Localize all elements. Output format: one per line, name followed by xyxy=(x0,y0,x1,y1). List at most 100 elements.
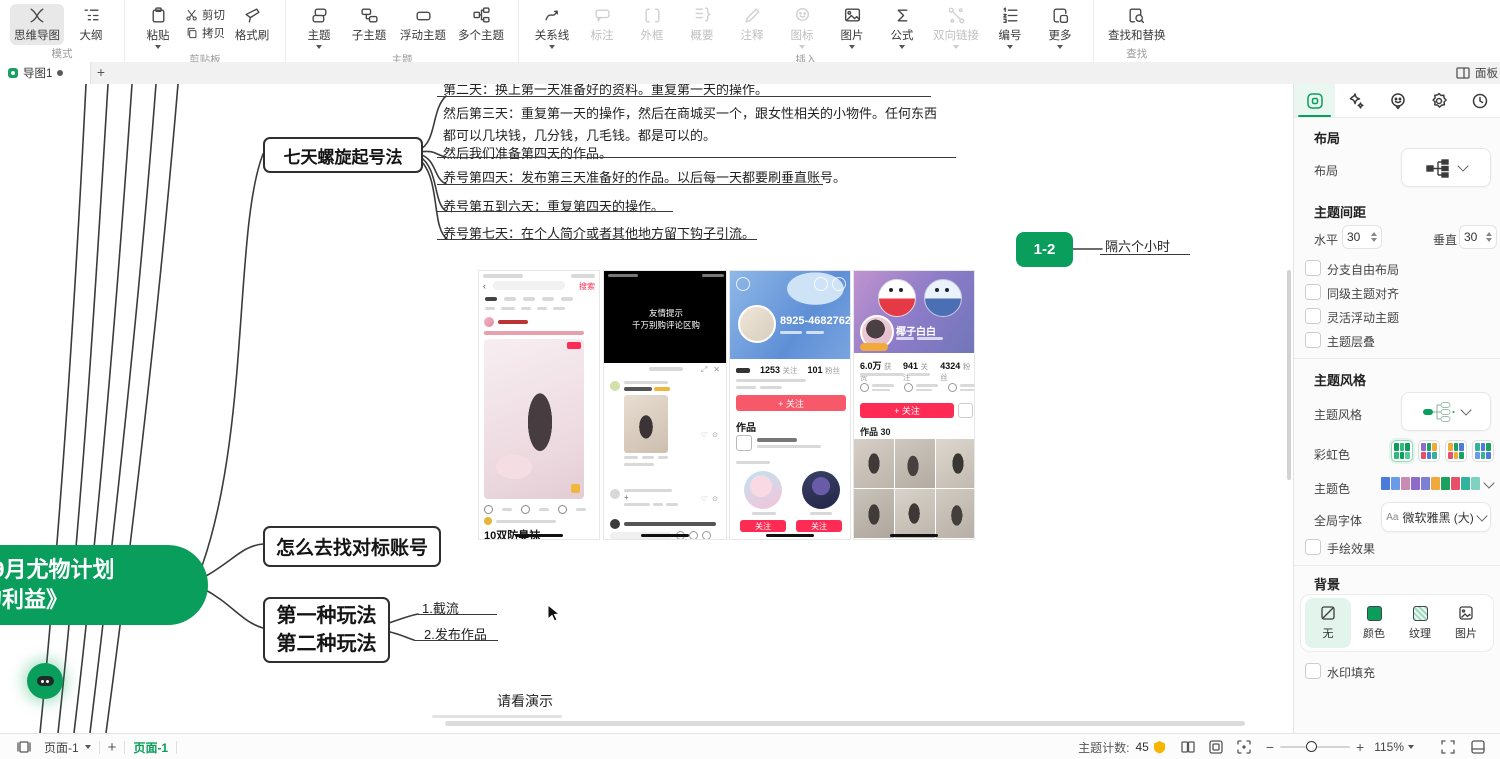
relation-line-button[interactable]: 关系线 xyxy=(529,4,575,51)
formula-button[interactable]: 公式 xyxy=(879,4,925,51)
panel-toggle-button[interactable]: 面板 xyxy=(1455,62,1498,84)
marker-icon-button[interactable]: 图标 xyxy=(779,4,825,51)
bidirectional-link-button[interactable]: 双向链接 xyxy=(929,4,983,51)
checkbox-hand-drawn-label: 手绘效果 xyxy=(1327,540,1375,557)
panel-scrollbar[interactable] xyxy=(1287,270,1291,480)
post-user-row xyxy=(484,317,528,327)
works-grid xyxy=(854,439,975,538)
topic-demo-note[interactable]: 请看演示 xyxy=(497,691,553,711)
panel-tab-marker[interactable] xyxy=(1377,84,1418,117)
layout-dropdown[interactable] xyxy=(1401,148,1491,187)
background-image-option[interactable]: 图片 xyxy=(1443,598,1489,648)
node-seven-day-method[interactable]: 七天螺旋起号法 xyxy=(263,137,423,173)
v-spacing-input[interactable]: 30 xyxy=(1459,225,1497,249)
image-button[interactable]: 图片 xyxy=(829,4,875,51)
rainbow-swatch-1[interactable] xyxy=(1391,440,1413,462)
summary-button[interactable]: 概要 xyxy=(679,4,725,45)
root-node[interactable]: 3年9月尤物计划 性的利益》 xyxy=(0,545,208,625)
v-spacing-label: 垂直 xyxy=(1433,231,1457,248)
zoom-in-button[interactable]: + xyxy=(1356,739,1364,755)
note-button[interactable]: 注释 xyxy=(729,4,775,45)
find-replace-button[interactable]: 查找和替换 xyxy=(1104,4,1170,45)
format-painter-button[interactable]: 格式刷 xyxy=(229,4,275,45)
topic-every-six-hours[interactable]: 隔六个小时 xyxy=(1105,236,1170,255)
theme-style-dropdown[interactable] xyxy=(1401,392,1491,431)
font-dropdown[interactable]: Aa 微软雅黑 (大) xyxy=(1381,502,1491,532)
outer-frame-icon xyxy=(643,6,662,25)
outer-frame-button[interactable]: 外框 xyxy=(629,4,675,45)
zoom-slider[interactable] xyxy=(1280,746,1350,748)
background-texture-option[interactable]: 纹理 xyxy=(1397,598,1443,648)
panel-tab-ai-style[interactable] xyxy=(1335,84,1376,117)
clock-icon xyxy=(1470,91,1490,111)
background-none-option[interactable]: 无 xyxy=(1305,598,1351,648)
follow-button[interactable]: + 关注 xyxy=(736,395,846,411)
fullscreen-icon[interactable] xyxy=(1440,739,1456,755)
attached-image-feed-app[interactable]: ‹ 搜索 xyxy=(478,270,600,540)
rainbow-swatch-3[interactable] xyxy=(1445,440,1467,462)
collapse-bar-icon[interactable] xyxy=(1470,739,1486,755)
page-tab-active[interactable]: 页面-1 xyxy=(133,739,168,756)
rainbow-swatch-2[interactable] xyxy=(1418,440,1440,462)
checkbox-hand-drawn[interactable] xyxy=(1305,539,1321,555)
panel-tab-sticker[interactable] xyxy=(1418,84,1459,117)
callout-button[interactable]: 标注 xyxy=(579,4,625,45)
mindmap-canvas[interactable]: 第二天：换上第一天准备好的资料。重复第一天的操作。 然后第三天：重复第一天的操作… xyxy=(0,84,1293,733)
zoom-slider-thumb[interactable] xyxy=(1306,741,1317,752)
more-button[interactable]: 更多 xyxy=(1037,4,1083,51)
checkbox-watermark[interactable] xyxy=(1305,663,1321,679)
topic-day3-line3[interactable]: 然后我们准备第四天的作品。 xyxy=(443,143,612,162)
checkbox-flexible-floating[interactable] xyxy=(1305,308,1321,324)
topic-day5-6[interactable]: 养号第五到六天：重复第四天的操作。 xyxy=(443,196,664,215)
h-spacing-input[interactable]: 30 xyxy=(1342,225,1382,249)
numbering-button[interactable]: 编号 xyxy=(987,4,1033,51)
topic-day3-line1[interactable]: 然后第三天：重复第一天的操作，然后在商城买一个，跟女性相关的小物件。任何东西 xyxy=(443,103,937,122)
follow-button-small[interactable]: 关注 xyxy=(796,520,842,532)
rainbow-swatch-4[interactable] xyxy=(1472,440,1494,462)
more-actions-button[interactable] xyxy=(958,403,973,418)
checkbox-topic-overlap[interactable] xyxy=(1305,332,1321,348)
topic-icon xyxy=(310,6,329,25)
badge-1-2[interactable]: 1-2 xyxy=(1016,232,1073,267)
checkbox-align-siblings[interactable] xyxy=(1305,284,1321,300)
paste-button[interactable]: 粘贴 xyxy=(135,4,181,51)
multi-topic-button[interactable]: 多个主题 xyxy=(454,4,508,45)
multi-page-view-icon[interactable] xyxy=(1180,739,1196,755)
dropdown-caret xyxy=(1408,745,1414,749)
mindmap-mode-button[interactable]: 思维导图 xyxy=(10,4,64,45)
fit-frame-icon[interactable] xyxy=(1208,739,1224,755)
cut-button[interactable]: 剪切 xyxy=(185,7,225,23)
node-play-methods[interactable]: 第一种玩法 第二种玩法 xyxy=(263,597,390,663)
ai-assistant-button[interactable] xyxy=(27,663,63,699)
follow-button-small[interactable]: 关注 xyxy=(740,520,786,532)
dropdown-caret xyxy=(899,45,905,49)
outline-mode-button[interactable]: 大纲 xyxy=(68,4,114,45)
panel-tabs xyxy=(1294,84,1500,118)
subtopic-icon xyxy=(360,6,379,25)
background-color-option[interactable]: 颜色 xyxy=(1351,598,1397,648)
attached-image-profile-doraemon[interactable]: 椰子白白 6.0万 获赞 941 关注 4324 粉丝 + 关注 作品 30 xyxy=(853,270,975,540)
callout-icon xyxy=(593,6,612,25)
more-icon xyxy=(1051,6,1070,25)
attached-image-video-comments[interactable]: 友情提示 千万别购评论区购 ⤢✕ ♡⊙ xyxy=(603,270,727,540)
zoom-level-dropdown[interactable]: 115% xyxy=(1374,740,1414,754)
node-find-benchmark[interactable]: 怎么去找对标账号 xyxy=(263,526,441,567)
follow-button[interactable]: + 关注 xyxy=(860,403,954,418)
add-tab-button[interactable]: + xyxy=(92,64,110,82)
panel-tab-layout[interactable] xyxy=(1294,84,1335,117)
subtopic-button[interactable]: 子主题 xyxy=(346,4,392,45)
add-page-button[interactable]: + xyxy=(108,739,117,756)
topic-button[interactable]: 主题 xyxy=(296,4,342,51)
floating-topic-button[interactable]: 浮动主题 xyxy=(396,4,450,45)
panel-tab-history[interactable] xyxy=(1460,84,1500,117)
copy-button[interactable]: 拷贝 xyxy=(185,25,225,41)
attached-image-profile-blue[interactable]: 8925-4682762 1253 关注 101 粉丝 + 关注 作品 关注 关 xyxy=(729,270,851,540)
mouse-cursor xyxy=(547,604,563,624)
theme-color-strip[interactable] xyxy=(1381,477,1480,490)
checkbox-free-layout[interactable] xyxy=(1305,260,1321,276)
document-tab[interactable]: 导图1 xyxy=(0,62,91,84)
topic-day3-line2[interactable]: 都可以几块钱，几分钱，几毛钱。都是可以的。 xyxy=(443,125,716,144)
fit-screen-icon[interactable] xyxy=(1236,739,1252,755)
zoom-out-button[interactable]: − xyxy=(1266,739,1274,755)
page-dropdown[interactable]: 页面-1 xyxy=(44,739,91,756)
